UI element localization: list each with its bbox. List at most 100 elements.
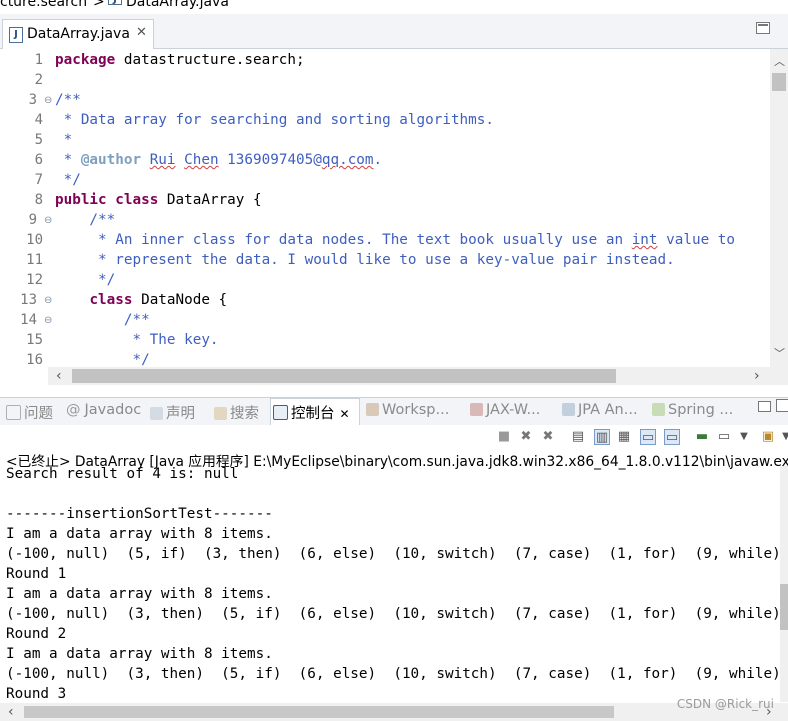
- code-line: */: [55, 172, 81, 188]
- code-line: /**: [55, 312, 150, 328]
- console-horizontal-scrollbar[interactable]: ‹ ›: [0, 703, 788, 721]
- maximize-icon[interactable]: [776, 399, 788, 412]
- console-toolbar: ■ ✖ ✖ ▤ ▥ ▦ ▭ ▭ ▬ ▭ ▼ ▣ ▼: [0, 425, 788, 449]
- line-number: 13: [20, 292, 37, 308]
- terminate-icon[interactable]: ■: [496, 429, 512, 445]
- scroll-thumb[interactable]: [24, 706, 614, 718]
- chevron-down-icon[interactable]: ▼: [736, 429, 752, 445]
- breadcrumb-file[interactable]: DataArray.java: [126, 0, 229, 10]
- tab-console[interactable]: 控制台 ✕: [273, 402, 350, 423]
- code-line: * represent the data. I would like to us…: [55, 252, 675, 268]
- tab-dataarray-java[interactable]: J DataArray.java ✕: [2, 19, 154, 49]
- code-line: * Data array for searching and sorting a…: [55, 112, 494, 128]
- console-line: Search result of 4 is: null: [6, 466, 239, 482]
- editor-vertical-scrollbar[interactable]: ︿ ﹀: [770, 49, 788, 367]
- scroll-left-icon[interactable]: ‹: [8, 704, 14, 720]
- jpa-icon: [562, 403, 575, 416]
- scroll-thumb[interactable]: [772, 73, 786, 91]
- line-number: 15: [26, 332, 43, 348]
- breadcrumb-package[interactable]: cture.search: [0, 0, 87, 10]
- scroll-thumb[interactable]: [72, 369, 616, 383]
- scroll-thumb[interactable]: [780, 584, 788, 630]
- line-number: 7: [34, 172, 43, 188]
- scroll-lock-icon[interactable]: ▥: [594, 429, 610, 445]
- tab-label: DataArray.java: [27, 26, 130, 42]
- tab-problems[interactable]: 问题: [6, 402, 53, 423]
- tab-jpa[interactable]: JPA An...: [562, 402, 638, 418]
- show-on-error-icon[interactable]: ▭: [664, 429, 680, 445]
- remove-all-launches-icon[interactable]: ✖: [540, 429, 556, 445]
- minimize-icon[interactable]: [758, 401, 771, 412]
- line-number: 11: [26, 252, 43, 268]
- tab-spring[interactable]: Spring ...: [652, 402, 733, 418]
- code-line: /**: [55, 92, 81, 108]
- console-output[interactable]: Search result of 4 is: null -------inser…: [6, 466, 782, 702]
- line-number: 12: [26, 272, 43, 288]
- declaration-icon: [150, 407, 163, 420]
- code-line: * An inner class for data nodes. The tex…: [55, 232, 735, 248]
- line-number: 10: [26, 232, 43, 248]
- close-icon[interactable]: ✕: [340, 407, 350, 421]
- display-console-icon[interactable]: ▭: [716, 429, 732, 445]
- console-vertical-scrollbar[interactable]: [780, 466, 788, 702]
- line-number: 6: [34, 152, 43, 168]
- editor-tab-bar: J DataArray.java ✕: [0, 14, 788, 49]
- console-line: Round 1: [6, 566, 67, 582]
- line-number: 5: [34, 132, 43, 148]
- code-line: * @author Rui Chen 1369097405@qq.com.: [55, 152, 383, 168]
- code-editor[interactable]: 1 2 3 4 5 6 7 8 9 10 11 12 13 14 15 16 ⊖…: [0, 49, 770, 367]
- breadcrumb-separator: >: [93, 0, 105, 10]
- line-number: 3: [28, 92, 37, 108]
- code-line: package datastructure.search;: [55, 52, 305, 68]
- fold-toggle-icon[interactable]: ⊖: [44, 215, 52, 226]
- watermark: CSDN @Rick_rui: [676, 697, 774, 711]
- scroll-up-icon[interactable]: ︿: [774, 53, 785, 69]
- panel-tabs: 问题 @ Javadoc 声明 搜索 控制台 ✕ Worksp... JAX-W..…: [0, 397, 788, 425]
- scroll-left-icon[interactable]: ‹: [56, 368, 62, 384]
- console-icon: [273, 405, 288, 420]
- java-file-icon: J: [108, 0, 122, 5]
- show-on-output-icon[interactable]: ▭: [640, 429, 656, 445]
- code-line: * The key.: [55, 332, 219, 348]
- line-number: 4: [34, 112, 43, 128]
- search-icon: [214, 407, 227, 420]
- fold-toggle-icon[interactable]: ⊖: [44, 315, 52, 326]
- line-number: 8: [34, 192, 43, 208]
- clear-console-icon[interactable]: ▤: [570, 429, 586, 445]
- scrollbar-corner: [770, 367, 788, 385]
- line-number: 16: [26, 352, 43, 367]
- fold-toggle-icon[interactable]: ⊖: [44, 295, 52, 306]
- line-number: 9: [28, 212, 37, 228]
- code-line: */: [55, 352, 150, 367]
- remove-launch-icon[interactable]: ✖: [518, 429, 534, 445]
- scroll-right-icon[interactable]: ›: [754, 368, 760, 384]
- tab-jax-ws[interactable]: JAX-W...: [470, 402, 540, 418]
- console-line: I am a data array with 8 items.: [6, 526, 273, 542]
- line-number: 2: [34, 72, 43, 88]
- fold-toggle-icon[interactable]: ⊖: [44, 95, 52, 106]
- console-line: I am a data array with 8 items.: [6, 646, 273, 662]
- breadcrumb: cture.search > J DataArray.java: [0, 0, 788, 14]
- problems-icon: [6, 405, 21, 420]
- spring-icon: [652, 403, 665, 416]
- scroll-down-icon[interactable]: ﹀: [774, 345, 785, 361]
- console-line: I am a data array with 8 items.: [6, 586, 273, 602]
- editor-horizontal-scrollbar[interactable]: ‹ ›: [48, 367, 770, 385]
- new-console-icon[interactable]: ▣: [760, 429, 776, 445]
- minimize-icon[interactable]: [756, 22, 770, 34]
- pin-console-icon[interactable]: ▬: [694, 429, 710, 445]
- console-line: (-100, null) (3, then) (5, if) (6, else)…: [6, 606, 781, 622]
- line-number: 1: [34, 52, 43, 68]
- code-line: */: [55, 272, 116, 288]
- word-wrap-icon[interactable]: ▦: [616, 429, 632, 445]
- java-file-icon: J: [9, 27, 23, 43]
- tab-declaration[interactable]: 声明: [150, 402, 195, 423]
- console-line: -------insertionSortTest-------: [6, 506, 273, 522]
- jax-ws-icon: [470, 403, 483, 416]
- tab-search[interactable]: 搜索: [214, 402, 259, 423]
- chevron-down-icon[interactable]: ▼: [778, 429, 788, 445]
- close-icon[interactable]: ✕: [136, 25, 147, 40]
- code-line: /**: [55, 212, 116, 228]
- tab-workspace[interactable]: Worksp...: [366, 402, 449, 418]
- tab-javadoc[interactable]: @ Javadoc: [66, 402, 141, 418]
